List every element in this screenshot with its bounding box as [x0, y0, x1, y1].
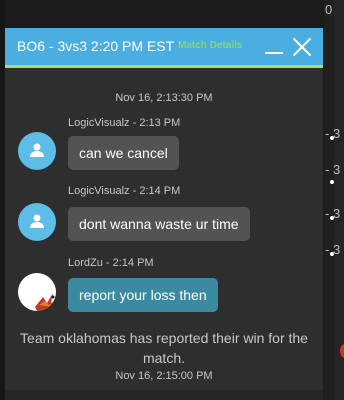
- chat-input-area[interactable]: [5, 390, 323, 400]
- message-timestamp: Nov 16, 2:15:00 PM: [115, 370, 213, 382]
- chat-header: BO6 - 3vs3 2:20 PM EST Match Details: [5, 28, 323, 68]
- dragon-avatar[interactable]: [18, 273, 56, 311]
- user-avatar[interactable]: [18, 132, 56, 170]
- user-avatar[interactable]: [18, 203, 56, 241]
- message-timestamp: Nov 16, 2:13:30 PM: [115, 92, 213, 104]
- background-dot-icon: [330, 136, 334, 140]
- message-bubble-own: report your loss then: [68, 278, 218, 312]
- message-author: LogicVisualz - 2:14 PM: [68, 185, 181, 197]
- minimize-button[interactable]: [265, 36, 283, 54]
- person-icon: [30, 214, 44, 228]
- person-icon: [30, 143, 44, 157]
- background-text: 0: [325, 2, 333, 17]
- minimize-icon: [265, 52, 283, 54]
- background-red-badge-icon: [340, 344, 344, 358]
- chat-title: BO6 - 3vs3 2:20 PM EST: [17, 38, 175, 54]
- message-bubble: dont wanna waste ur time: [68, 207, 250, 241]
- background-dot-icon: [330, 180, 334, 184]
- background-dot-icon: [330, 216, 334, 220]
- system-message: Team oklahomas has reported their win fo…: [20, 330, 308, 366]
- background-text: - 3: [325, 162, 341, 177]
- close-button[interactable]: [291, 36, 313, 58]
- message-bubble: can we cancel: [68, 136, 179, 170]
- message-author: LordZu - 2:14 PM: [68, 257, 154, 269]
- dragon-icon: [35, 293, 56, 311]
- match-details-link[interactable]: Match Details: [178, 40, 242, 51]
- message-author: LogicVisualz - 2:13 PM: [68, 117, 181, 129]
- chat-window: BO6 - 3vs3 2:20 PM EST Match Details Nov…: [5, 28, 323, 400]
- background-page-right: [324, 0, 344, 400]
- background-dot-icon: [330, 252, 334, 256]
